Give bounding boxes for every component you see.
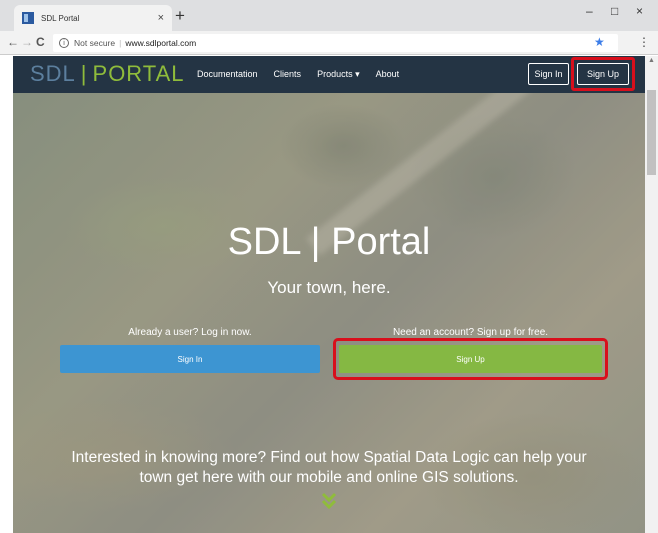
nav-sign-in-button[interactable]: Sign In (528, 63, 569, 85)
logo-separator: | (80, 61, 88, 86)
hero-title: SDL | Portal (227, 221, 431, 263)
login-prompt: Already a user? Log in now. (128, 327, 252, 338)
page-scrollbar[interactable]: ▲ (645, 56, 658, 533)
nav-documentation[interactable]: Documentation (197, 69, 258, 80)
browser-toolbar: ← → C i Not secure | www.sdlportal.com ★… (0, 31, 658, 55)
chevron-double-down-icon[interactable] (13, 492, 645, 515)
close-window-icon[interactable]: × (636, 4, 643, 18)
maximize-icon[interactable]: □ (611, 4, 618, 18)
scroll-thumb[interactable] (647, 90, 656, 175)
browser-tab[interactable]: SDL Portal × (14, 5, 172, 31)
highlight-box-top (571, 57, 635, 91)
tab-title: SDL Portal (41, 13, 80, 23)
back-icon[interactable]: ← (7, 35, 19, 49)
site-logo[interactable]: SDL | PORTAL (30, 61, 185, 87)
kebab-menu-icon[interactable]: ⋮ (638, 35, 650, 49)
hero-subtitle: Your town, here. (267, 278, 391, 297)
scroll-up-icon[interactable]: ▲ (648, 57, 655, 64)
url-separator: | (119, 38, 122, 48)
address-bar[interactable]: i Not secure | www.sdlportal.com (53, 34, 618, 52)
info-icon[interactable]: i (59, 38, 69, 48)
signup-prompt: Need an account? Sign up for free. (392, 327, 549, 338)
nav-clients[interactable]: Clients (274, 69, 302, 80)
logo-portal: PORTAL (92, 61, 185, 86)
site-favicon-icon (22, 12, 34, 24)
info-line-2: town get here with our mobile and online… (139, 469, 519, 486)
new-tab-button[interactable]: + (175, 6, 185, 26)
nav-links: Documentation Clients Products ▾ About (197, 69, 399, 80)
bookmark-star-icon[interactable]: ★ (594, 35, 605, 49)
nav-products-dropdown[interactable]: Products ▾ (317, 69, 360, 80)
hero-sign-in-button[interactable]: Sign In (60, 345, 320, 373)
security-label: Not secure (74, 38, 116, 48)
forward-icon[interactable]: → (21, 35, 33, 49)
nav-about[interactable]: About (376, 69, 400, 80)
info-line-1: Interested in knowing more? Find out how… (71, 449, 587, 466)
site-navbar: SDL | PORTAL Documentation Clients Produ… (13, 56, 645, 93)
tab-close-icon[interactable]: × (158, 12, 164, 24)
browser-tab-strip: SDL Portal × + – □ × (0, 0, 658, 31)
info-text: Interested in knowing more? Find out how… (33, 448, 625, 488)
url-text: www.sdlportal.com (125, 38, 197, 48)
highlight-box-signup (333, 338, 608, 380)
logo-sdl: SDL (30, 61, 76, 86)
minimize-icon[interactable]: – (586, 4, 593, 18)
page-viewport: SDL | PORTAL Documentation Clients Produ… (13, 56, 645, 533)
reload-icon[interactable]: C (36, 35, 45, 49)
